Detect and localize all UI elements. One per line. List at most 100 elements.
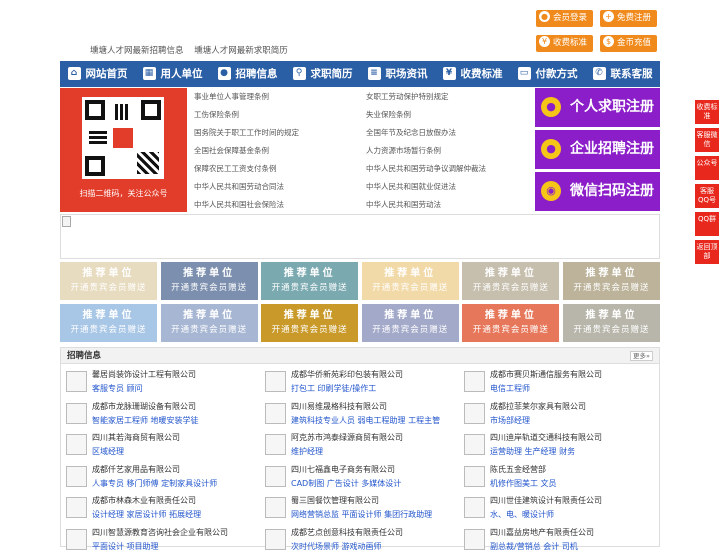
recommended-unit-slot[interactable]: 推荐单位 开通贵宾会员赠送 (563, 304, 660, 342)
nav-resumes[interactable]: ⚲ 求职简历 (285, 61, 360, 87)
company-name[interactable]: 四川七福鑫电子商务有限公司 (291, 464, 395, 475)
company-name[interactable]: 四川世佳建筑设计有限责任公司 (490, 495, 602, 506)
law-link[interactable]: 保障农民工工资支付条例 (191, 160, 363, 178)
recommended-unit-slot[interactable]: 推荐单位 开通贵宾会员赠送 (361, 262, 459, 300)
law-link[interactable]: 中华人民共和国社会保险法 (191, 196, 363, 214)
recommended-unit-slot[interactable]: 推荐单位 开通贵宾会员赠送 (261, 304, 359, 342)
nav-fees[interactable]: ¥ 收费标准 (435, 61, 510, 87)
company-name[interactable]: 阿克苏市鸿泰绿源商贸有限公司 (291, 432, 403, 443)
nav-employers[interactable]: ▦ 用人单位 (135, 61, 210, 87)
law-link[interactable]: 女职工劳动保护特别规定 (363, 88, 535, 106)
company-logo-placeholder[interactable] (265, 402, 286, 424)
recommended-unit-slot[interactable]: 推荐单位 开通贵宾会员赠送 (462, 304, 560, 342)
job-positions[interactable]: CAD制图 广告设计 多媒体设计 (291, 478, 401, 489)
law-link[interactable]: 事业单位人事管理条例 (191, 88, 363, 106)
job-positions[interactable]: 电信工程师 (490, 383, 530, 394)
back-to-top-button[interactable]: 返回顶部 (695, 240, 719, 264)
law-link[interactable]: 全国年节及纪念日放假办法 (363, 124, 535, 142)
job-positions[interactable]: 副总裁/营销总 会计 司机 (490, 541, 578, 552)
company-register-button[interactable]: ● 企业招聘注册 (535, 130, 660, 169)
company-name[interactable]: 馨居尚装饰设计工程有限公司 (92, 369, 196, 380)
law-link[interactable]: 人力资源市场暂行条例 (363, 142, 535, 160)
law-link[interactable]: 中华人民共和国劳动争议调解仲裁法 (363, 160, 535, 178)
side-official-account-button[interactable]: 公众号 (695, 156, 719, 180)
recommended-unit-slot[interactable]: 推荐单位 开通贵宾会员赠送 (361, 304, 459, 342)
company-logo-placeholder[interactable] (66, 497, 87, 518)
recommended-unit-slot[interactable]: 推荐单位 开通贵宾会员赠送 (60, 262, 157, 300)
company-name[interactable]: 成都市赛贝斯通信服务有限公司 (490, 369, 602, 380)
nav-home[interactable]: ⌂ 网站首页 (60, 61, 135, 87)
company-logo-placeholder[interactable] (265, 371, 286, 392)
company-logo-placeholder[interactable] (265, 465, 286, 487)
company-logo-placeholder[interactable] (66, 465, 87, 487)
recommended-unit-slot[interactable]: 推荐单位 开通贵宾会员赠送 (160, 262, 258, 300)
recommended-unit-slot[interactable]: 推荐单位 开通贵宾会员赠送 (563, 262, 660, 300)
side-fee-standard-button[interactable]: 收费标准 (695, 100, 719, 124)
company-logo-placeholder[interactable] (464, 497, 485, 518)
company-name[interactable]: 成都仟艺家用品有限公司 (92, 464, 180, 475)
company-name[interactable]: 陈氏五金经营部 (490, 464, 546, 475)
member-login-button[interactable]: ● 会员登录 (536, 10, 594, 27)
job-positions[interactable]: 机修作图美工 文员 (490, 478, 557, 489)
job-positions[interactable]: 客服专员 顾问 (92, 383, 143, 394)
company-name[interactable]: 四川智慧源教育咨询社会企业有限公司 (92, 527, 228, 538)
side-wechat-button[interactable]: 客服微信 (695, 128, 719, 152)
law-link[interactable]: 全国社会保障基金条例 (191, 142, 363, 160)
side-qq-group-button[interactable]: QQ群 (695, 212, 719, 236)
job-positions[interactable]: 水、电、暖设计师 (490, 509, 554, 520)
free-register-button[interactable]: + 免费注册 (600, 10, 658, 27)
job-positions[interactable]: 打包工 印刷学徒/操作工 (291, 383, 376, 394)
more-button[interactable]: 更多» (630, 351, 653, 361)
company-logo-placeholder[interactable] (265, 528, 286, 550)
fee-standard-button[interactable]: ¥ 收费标准 (536, 35, 594, 52)
latest-resumes-link[interactable]: 壎塘人才网最新求职简历 (194, 46, 288, 56)
company-name[interactable]: 成都艺点创意科技有限责任公司 (291, 527, 403, 538)
company-logo-placeholder[interactable] (66, 528, 87, 550)
wechat-register-button[interactable]: ◉ 微信扫码注册 (535, 172, 660, 211)
job-positions[interactable]: 智能家居工程师 地暖安装学徒 (92, 415, 199, 426)
job-positions[interactable]: 平面设计 项目助理 (92, 541, 159, 552)
company-name[interactable]: 成都市林森木业有限责任公司 (92, 495, 196, 506)
side-qq-button[interactable]: 客服QQ号 (695, 184, 719, 208)
company-logo-placeholder[interactable] (265, 434, 286, 455)
job-positions[interactable]: 人事专员 移门师傅 定制家具设计师 (92, 478, 217, 489)
job-positions[interactable]: 运营助理 生产经理 财务 (490, 446, 575, 457)
company-name[interactable]: 成都华侨新苑彩印包装有限公司 (291, 369, 403, 380)
company-name[interactable]: 蜀三国餐饮管理有限公司 (291, 495, 379, 506)
nav-support[interactable]: ✆ 联系客服 (585, 61, 660, 87)
company-name[interactable]: 成都市龙脉珊瑚设备有限公司 (92, 401, 196, 412)
company-name[interactable]: 四川迪岸轨道交通科技有限公司 (490, 432, 602, 443)
job-positions[interactable]: 网络营销总监 平面设计师 集团行政助理 (291, 509, 432, 520)
company-logo-placeholder[interactable] (66, 371, 87, 392)
nav-payment[interactable]: ▭ 付款方式 (510, 61, 585, 87)
banner-ad[interactable] (60, 214, 660, 259)
nav-news[interactable]: ≡ 职场资讯 (360, 61, 435, 87)
company-name[interactable]: 四川嘉益房地产有限责任公司 (490, 527, 594, 538)
coin-recharge-button[interactable]: $ 金币充值 (600, 35, 658, 52)
recommended-unit-slot[interactable]: 推荐单位 开通贵宾会员赠送 (160, 304, 258, 342)
law-link[interactable]: 工伤保险条例 (191, 106, 363, 124)
job-positions[interactable]: 设计经理 家居设计师 拓展经理 (92, 509, 201, 520)
company-name[interactable]: 四川易维晟格科技有限公司 (291, 401, 387, 412)
job-positions[interactable]: 区域经理 (92, 446, 124, 457)
company-name[interactable]: 四川其若海商贸有限公司 (92, 432, 180, 443)
recommended-unit-slot[interactable]: 推荐单位 开通贵宾会员赠送 (462, 262, 560, 300)
law-link[interactable]: 中华人民共和国劳动法 (363, 196, 535, 214)
recommended-unit-slot[interactable]: 推荐单位 开通贵宾会员赠送 (261, 262, 359, 300)
law-link[interactable]: 中华人民共和国劳动合同法 (191, 178, 363, 196)
company-logo-placeholder[interactable] (66, 434, 87, 455)
recommended-unit-slot[interactable]: 推荐单位 开通贵宾会员赠送 (60, 304, 157, 342)
company-logo-placeholder[interactable] (464, 402, 485, 424)
company-logo-placeholder[interactable] (464, 528, 485, 550)
latest-jobs-link[interactable]: 壎塘人才网最新招聘信息 (90, 46, 184, 56)
job-positions[interactable]: 维护经理 (291, 446, 323, 457)
company-logo-placeholder[interactable] (464, 434, 485, 455)
law-link[interactable]: 国务院关于职工工作时间的规定 (191, 124, 363, 142)
company-logo-placeholder[interactable] (265, 497, 286, 518)
job-seeker-register-button[interactable]: ● 个人求职注册 (535, 88, 660, 127)
company-logo-placeholder[interactable] (464, 465, 485, 487)
law-link[interactable]: 中华人民共和国就业促进法 (363, 178, 535, 196)
job-positions[interactable]: 次时代场景师 游戏动画师 (291, 541, 382, 552)
nav-jobs[interactable]: ● 招聘信息 (210, 61, 285, 87)
job-positions[interactable]: 市场部经理 (490, 415, 530, 426)
